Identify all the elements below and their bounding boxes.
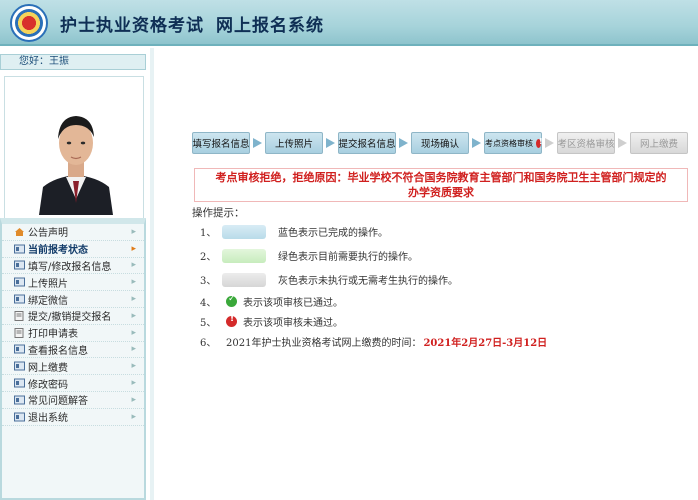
sidebar-item-faq[interactable]: 常见问题解答 ▸ [2,392,144,409]
arrow-right-icon [618,138,627,148]
arrow-right-icon [253,138,262,148]
sidebar-item-bind-wechat[interactable]: 绑定微信 ▸ [2,291,144,308]
sidebar-item-online-payment[interactable]: 网上缴费 ▸ [2,358,144,376]
chevron-right-icon: ▸ [131,294,136,305]
sidebar-item-change-password[interactable]: 修改密码 ▸ [2,375,144,392]
sidebar-item-upload-photo[interactable]: 上传照片 ▸ [2,274,144,292]
left-sidebar: 您好：王振 公告声明 ▸ 当前报考状态 ▸ 填写/修改报名信息 ▸ 上传照片 ▸… [0,48,150,500]
sidebar-item-current-status[interactable]: 当前报考状态 ▸ [2,241,144,258]
header-banner: 护士执业资格考试 网上报名系统 [0,0,698,46]
chevron-right-icon: ▸ [131,394,136,405]
chevron-right-icon: ▸ [131,361,136,372]
arrow-right-icon [545,138,554,148]
chevron-right-icon: ▸ [131,277,136,288]
hint-item: 2、 绿色表示目前需要执行的操作。 [200,248,418,263]
warning-icon [536,137,543,148]
chevron-right-icon: ▸ [131,310,136,321]
step-site-review[interactable]: 考点资格审核 [484,132,543,154]
main-content: 填写报名信息 上传照片 提交报名信息 现场确认 考点资格审核 考区资格审核 网上… [154,48,698,500]
step-fill-info[interactable]: 填写报名信息 [192,132,250,154]
submit-icon [14,310,25,321]
error-circle-icon [226,314,237,327]
payment-period: 2021年2月27日-3月12日 [423,338,548,349]
sidebar-item-edit-info[interactable]: 填写/修改报名信息 ▸ [2,258,144,275]
sidebar-item-announcements[interactable]: 公告声明 ▸ [2,224,144,241]
chevron-right-icon: ▸ [131,327,136,338]
home-icon [14,227,25,237]
step-region-review[interactable]: 考区资格审核 [557,132,615,154]
app-title: 护士执业资格考试 [60,16,204,36]
chevron-right-icon: ▸ [131,260,136,271]
sidebar-item-logout[interactable]: 退出系统 ▸ [2,409,144,426]
chevron-right-icon: ▸ [131,243,136,254]
faq-icon [14,395,25,405]
view-icon [14,344,25,354]
sidebar-item-print-form[interactable]: 打印申请表 ▸ [2,325,144,342]
rejection-line-1: 考点审核拒绝，拒绝原因：毕业学校不符合国务院教育主管部门和国务院卫生主管部门规定… [215,171,667,184]
password-icon [14,378,25,388]
hint-item: 5、 表示该项审核未通过。 [200,314,343,329]
rejection-notice: 考点审核拒绝，拒绝原因：毕业学校不符合国务院教育主管部门和国务院卫生主管部门规定… [194,168,688,202]
photo-icon [14,277,25,287]
grey-swatch [222,272,266,287]
arrow-right-icon [326,138,335,148]
logout-icon [14,412,25,422]
hint-item: 3、 灰色表示未执行或无需考生执行的操作。 [200,272,458,287]
step-submit-info[interactable]: 提交报名信息 [338,132,396,154]
hint-item: 1、 蓝色表示已完成的操作。 [200,224,388,239]
chevron-right-icon: ▸ [131,378,136,389]
blue-swatch [222,224,266,239]
sidebar-item-view-info[interactable]: 查看报名信息 ▸ [2,342,144,359]
rejection-line-2: 办学资质要求 [408,186,474,199]
user-greeting: 您好：王振 [0,54,146,70]
sidebar-item-submit-registration[interactable]: 提交/撤销提交报名 ▸ [2,308,144,325]
sidebar-menu: 公告声明 ▸ 当前报考状态 ▸ 填写/修改报名信息 ▸ 上传照片 ▸ 绑定微信 … [0,218,146,500]
hint-item: 6、 2021年护士执业资格考试网上缴费的时间： 2021年2月27日-3月12… [200,334,547,349]
hints-title: 操作提示： [192,207,245,219]
candidate-photo [35,103,117,215]
wechat-icon [14,294,25,304]
chevron-right-icon: ▸ [131,226,136,237]
arrow-right-icon [399,138,408,148]
arrow-right-icon [472,138,481,148]
hint-item: 4、 表示该项审核已通过。 [200,294,343,309]
chevron-right-icon: ▸ [131,344,136,355]
form-icon [14,260,25,270]
progress-steps: 填写报名信息 上传照片 提交报名信息 现场确认 考点资格审核 考区资格审核 网上… [192,132,692,154]
green-swatch [222,248,266,263]
candidate-photo-frame [4,76,144,234]
payment-icon [14,361,25,371]
check-circle-icon [226,294,237,307]
step-online-payment[interactable]: 网上缴费 [630,132,688,154]
exam-logo-icon [10,4,48,42]
chevron-right-icon: ▸ [131,411,136,422]
print-icon [14,327,25,338]
step-onsite-confirm[interactable]: 现场确认 [411,132,469,154]
step-upload-photo[interactable]: 上传照片 [265,132,323,154]
status-icon [14,244,25,254]
app-subtitle: 网上报名系统 [216,16,324,36]
